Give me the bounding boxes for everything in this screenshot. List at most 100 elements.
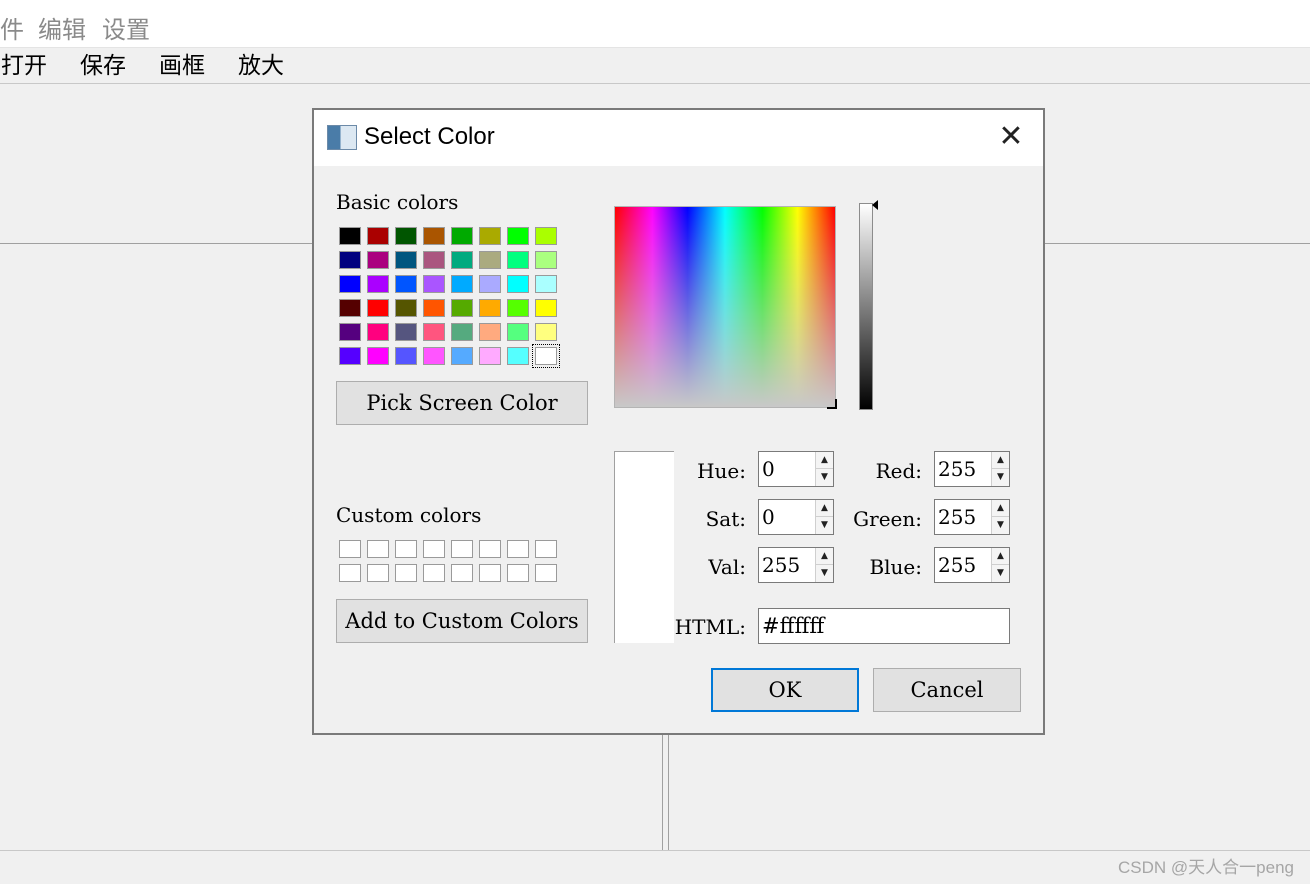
html-color-input[interactable]: #ffffff [758, 608, 1010, 644]
basic-color-swatch[interactable] [451, 275, 473, 293]
basic-color-swatch[interactable] [507, 275, 529, 293]
basic-color-swatch[interactable] [479, 227, 501, 245]
spectrum-crosshair[interactable] [827, 399, 837, 409]
basic-color-swatch[interactable] [395, 323, 417, 341]
cancel-button[interactable]: Cancel [873, 668, 1021, 712]
basic-color-swatch[interactable] [423, 323, 445, 341]
custom-color-swatch[interactable] [507, 564, 529, 582]
basic-color-swatch[interactable] [451, 323, 473, 341]
menu-settings[interactable]: 设置 [102, 14, 150, 46]
green-down-icon[interactable]: ▼ [992, 517, 1009, 534]
green-up-icon[interactable]: ▲ [992, 500, 1009, 517]
basic-color-swatch[interactable] [507, 227, 529, 245]
luminance-arrow-icon[interactable] [872, 200, 878, 210]
red-down-icon[interactable]: ▼ [992, 469, 1009, 486]
red-up-icon[interactable]: ▲ [992, 452, 1009, 469]
custom-color-swatch[interactable] [535, 540, 557, 558]
custom-color-swatch[interactable] [451, 540, 473, 558]
basic-color-swatch[interactable] [535, 251, 557, 269]
basic-color-swatch[interactable] [451, 227, 473, 245]
basic-color-swatch[interactable] [367, 251, 389, 269]
toolbar-save-button[interactable]: 保存 [80, 50, 126, 82]
hue-up-icon[interactable]: ▲ [816, 452, 833, 469]
val-down-icon[interactable]: ▼ [816, 565, 833, 582]
custom-color-swatch[interactable] [395, 564, 417, 582]
basic-color-swatch[interactable] [339, 227, 361, 245]
basic-color-swatch[interactable] [479, 275, 501, 293]
val-spinbox[interactable]: 255 ▲ ▼ [758, 547, 834, 583]
basic-color-swatch[interactable] [423, 227, 445, 245]
ok-button[interactable]: OK [711, 668, 859, 712]
basic-color-swatch[interactable] [395, 227, 417, 245]
custom-color-swatch[interactable] [535, 564, 557, 582]
basic-color-swatch[interactable] [479, 251, 501, 269]
sat-spinbox[interactable]: 0 ▲ ▼ [758, 499, 834, 535]
basic-color-swatch[interactable] [367, 299, 389, 317]
basic-color-swatch[interactable] [535, 323, 557, 341]
basic-color-swatch[interactable] [535, 299, 557, 317]
basic-color-swatch[interactable] [395, 251, 417, 269]
basic-color-swatch[interactable] [367, 227, 389, 245]
hue-down-icon[interactable]: ▼ [816, 469, 833, 486]
toolbar-draw-box-button[interactable]: 画框 [159, 50, 205, 82]
custom-color-swatch[interactable] [395, 540, 417, 558]
basic-color-swatch[interactable] [339, 347, 361, 365]
blue-down-icon[interactable]: ▼ [992, 565, 1009, 582]
menu-file[interactable]: 件 [0, 14, 24, 46]
basic-color-swatch[interactable] [507, 299, 529, 317]
luminance-slider[interactable] [859, 203, 873, 410]
custom-color-swatch[interactable] [451, 564, 473, 582]
hue-spinbox[interactable]: 0 ▲ ▼ [758, 451, 834, 487]
color-spectrum[interactable] [614, 206, 837, 409]
basic-color-swatch[interactable] [423, 251, 445, 269]
basic-color-swatch[interactable] [423, 275, 445, 293]
val-up-icon[interactable]: ▲ [816, 548, 833, 565]
basic-color-swatch[interactable] [395, 275, 417, 293]
custom-color-swatch[interactable] [423, 540, 445, 558]
basic-color-swatch[interactable] [339, 275, 361, 293]
basic-color-swatch[interactable] [423, 299, 445, 317]
basic-color-swatch[interactable] [535, 227, 557, 245]
basic-color-swatch[interactable] [479, 323, 501, 341]
basic-color-swatch[interactable] [339, 299, 361, 317]
basic-color-swatch[interactable] [451, 299, 473, 317]
add-to-custom-colors-button[interactable]: Add to Custom Colors [336, 599, 588, 643]
custom-color-swatch[interactable] [339, 540, 361, 558]
custom-color-swatch[interactable] [367, 564, 389, 582]
basic-color-swatch[interactable] [339, 251, 361, 269]
toolbar-open-button[interactable]: 打开 [1, 50, 47, 82]
blue-up-icon[interactable]: ▲ [992, 548, 1009, 565]
custom-color-swatch[interactable] [507, 540, 529, 558]
green-spinbox[interactable]: 255 ▲ ▼ [934, 499, 1010, 535]
basic-color-swatch[interactable] [339, 323, 361, 341]
red-spinbox[interactable]: 255 ▲ ▼ [934, 451, 1010, 487]
basic-color-swatch[interactable] [395, 347, 417, 365]
pick-screen-color-button[interactable]: Pick Screen Color [336, 381, 588, 425]
basic-color-swatch[interactable] [367, 323, 389, 341]
menu-edit[interactable]: 编辑 [38, 14, 86, 46]
sat-up-icon[interactable]: ▲ [816, 500, 833, 517]
basic-color-swatch[interactable] [535, 275, 557, 293]
blue-spinbox[interactable]: 255 ▲ ▼ [934, 547, 1010, 583]
close-icon[interactable]: ✕ [995, 122, 1027, 154]
custom-color-swatch[interactable] [339, 564, 361, 582]
toolbar-zoom-button[interactable]: 放大 [238, 50, 284, 82]
basic-color-swatch[interactable] [423, 347, 445, 365]
basic-color-swatch[interactable] [507, 251, 529, 269]
basic-color-swatch[interactable] [367, 347, 389, 365]
basic-color-swatch[interactable] [507, 323, 529, 341]
dialog-titlebar[interactable]: Select Color ✕ [314, 110, 1043, 166]
basic-color-swatch[interactable] [532, 344, 560, 368]
basic-color-swatch[interactable] [367, 275, 389, 293]
basic-color-swatch[interactable] [479, 299, 501, 317]
basic-color-swatch[interactable] [395, 299, 417, 317]
basic-color-swatch[interactable] [451, 347, 473, 365]
sat-down-icon[interactable]: ▼ [816, 517, 833, 534]
custom-color-swatch[interactable] [479, 564, 501, 582]
basic-color-swatch[interactable] [451, 251, 473, 269]
custom-color-swatch[interactable] [423, 564, 445, 582]
custom-color-swatch[interactable] [367, 540, 389, 558]
basic-color-swatch[interactable] [507, 347, 529, 365]
custom-color-swatch[interactable] [479, 540, 501, 558]
basic-color-swatch[interactable] [479, 347, 501, 365]
